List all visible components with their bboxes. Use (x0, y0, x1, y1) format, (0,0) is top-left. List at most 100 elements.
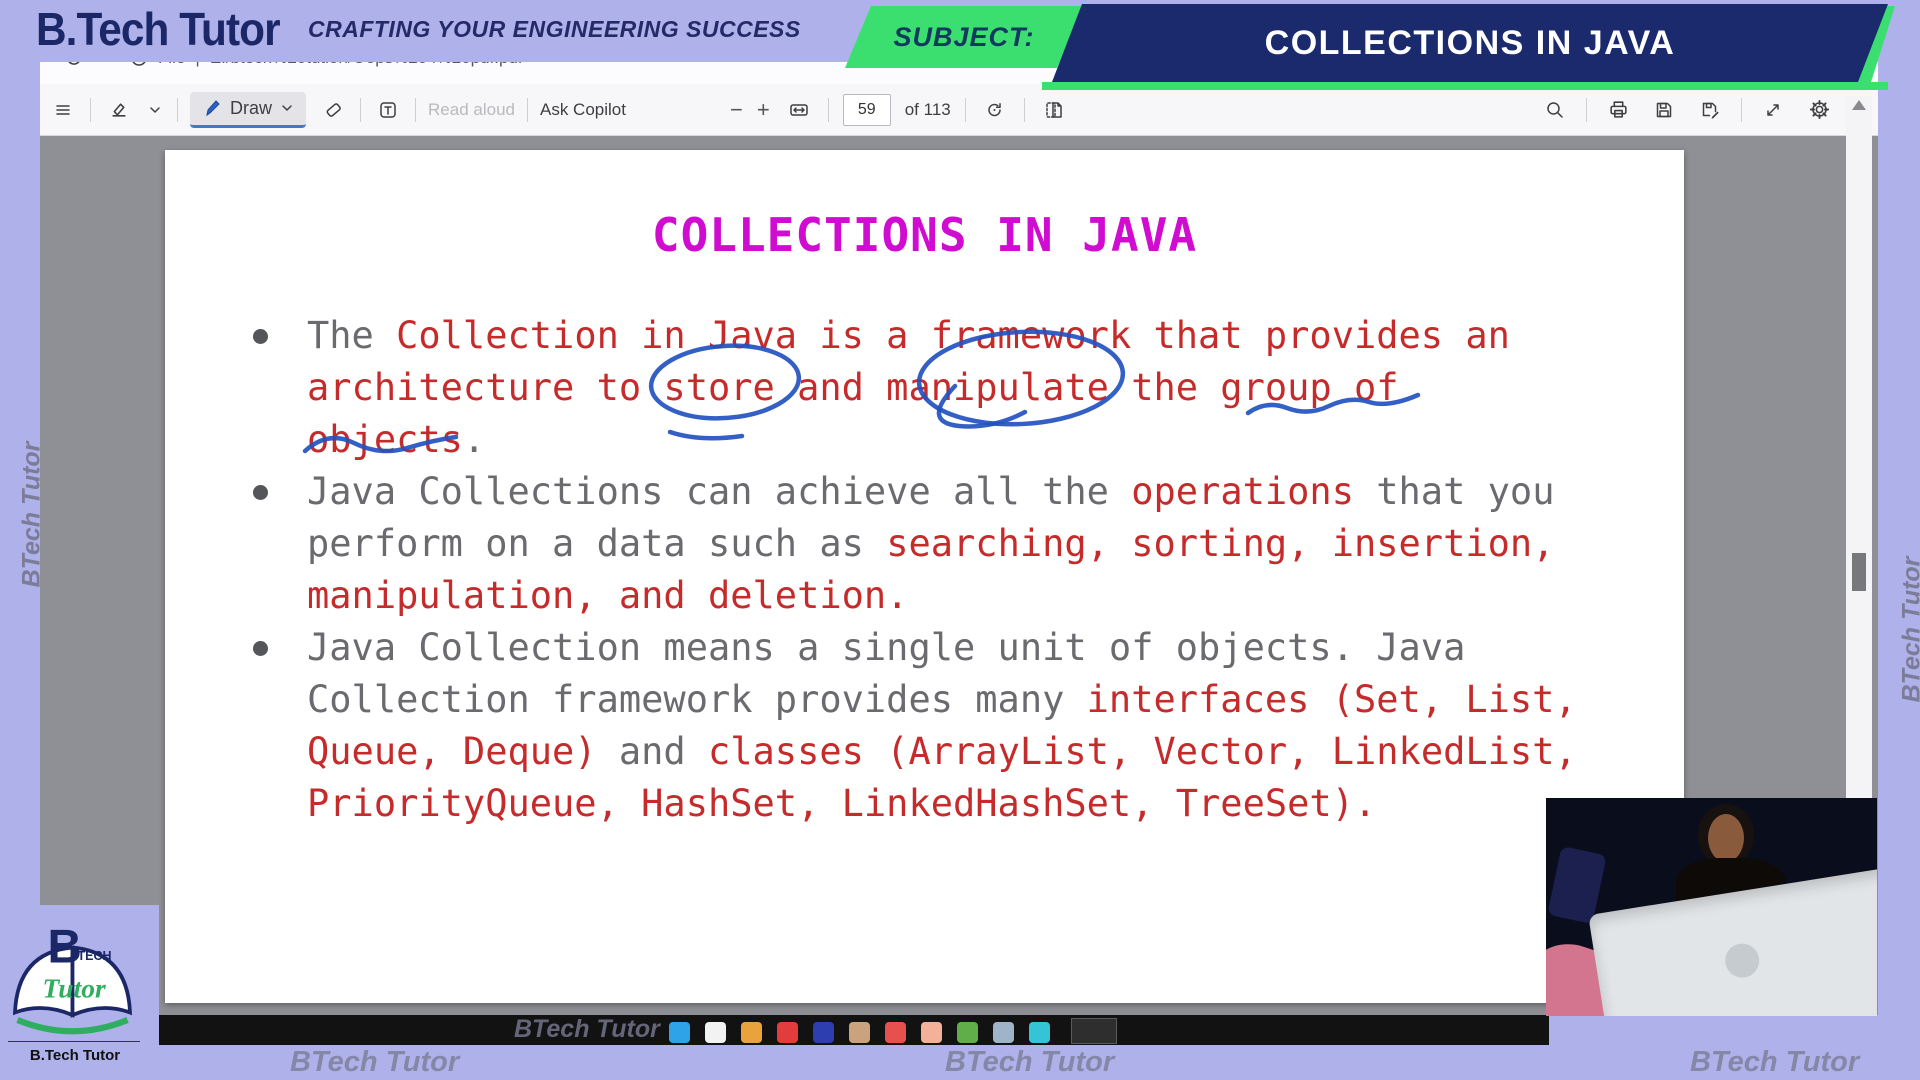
subject-value: COLLECTIONS IN JAVA (1265, 24, 1676, 63)
screen: COLLECTIONS IN JAVA The Collection in Ja… (0, 0, 1920, 1080)
rotate-icon[interactable] (980, 93, 1010, 127)
slide-text-segment: Queue, Deque) (307, 730, 597, 773)
slide-title: COLLECTIONS IN JAVA (165, 208, 1684, 262)
slide-bullet-list: The Collection in Java is a framework th… (307, 310, 1667, 830)
pdf-page: COLLECTIONS IN JAVA The Collection in Ja… (165, 150, 1684, 1003)
toolbar-divider (527, 98, 528, 122)
draw-chevron-icon[interactable] (281, 102, 293, 114)
pen-icon (203, 99, 221, 117)
slide-text-segment: architecture to store and manipulate the… (307, 366, 1399, 409)
taskbar-app-icon[interactable] (669, 1022, 690, 1043)
add-text-icon[interactable] (373, 93, 403, 127)
draw-button-label: Draw (230, 98, 272, 119)
fit-to-width-icon[interactable] (784, 93, 814, 127)
slide-text-segment: Java Collections can achieve all the (307, 470, 1131, 513)
subject-label: SUBJECT: (893, 22, 1034, 53)
zoom-in-button[interactable]: + (757, 97, 770, 123)
watermark-right: BTech Tutor (1898, 530, 1920, 730)
slide-text-segment: objects (307, 418, 463, 461)
brand-tagline: CRAFTING YOUR ENGINEERING SUCCESS (308, 16, 801, 43)
taskbar-app-icon[interactable] (957, 1022, 978, 1043)
taskbar-app-icon[interactable] (741, 1022, 762, 1043)
read-aloud-button[interactable]: Read aloud (428, 100, 515, 120)
save-icon[interactable] (1649, 93, 1679, 127)
webcam-background-glow (1547, 846, 1607, 924)
slide-text-line: Collection framework provides many inter… (307, 674, 1667, 726)
slide-text-line: architecture to store and manipulate the… (307, 362, 1667, 414)
slide-text-line: PriorityQueue, HashSet, LinkedHashSet, T… (307, 778, 1667, 830)
brand-title: B.Tech Tutor (36, 2, 280, 56)
save-as-icon[interactable] (1695, 93, 1725, 127)
taskbar-app-icon[interactable] (885, 1022, 906, 1043)
taskbar-watermark: BTech Tutor (514, 1015, 660, 1044)
page-number-input[interactable]: 59 (843, 94, 891, 126)
watermark: BTech Tutor (1690, 1046, 1859, 1079)
subject-ribbon-underline (1042, 82, 1888, 90)
menu-icon[interactable] (48, 93, 78, 127)
slide-text-segment: . (463, 418, 485, 461)
taskbar-app-icon[interactable] (813, 1022, 834, 1043)
settings-gear-icon[interactable] (1804, 93, 1834, 127)
toolbar-divider (415, 98, 416, 122)
taskbar-app-icon[interactable] (993, 1022, 1014, 1043)
search-icon[interactable] (1540, 93, 1570, 127)
highlighter-icon[interactable] (103, 93, 133, 127)
slide-text-segment: and (597, 730, 708, 773)
scrollbar-up-arrow-icon[interactable] (1852, 100, 1866, 110)
slide-text-segment: manipulation, and deletion. (307, 574, 908, 617)
slide-text-segment: Collection framework provides many (307, 678, 1087, 721)
windows-taskbar[interactable]: BTech Tutor (159, 1015, 1549, 1045)
slide-text-segment: classes (ArrayList, Vector, LinkedList, (708, 730, 1577, 773)
watermark: BTech Tutor (945, 1046, 1114, 1079)
taskbar-app-icon[interactable] (705, 1022, 726, 1043)
page-view-icon[interactable] (1039, 93, 1069, 127)
svg-text:Tutor: Tutor (43, 973, 106, 1004)
logo-divider (8, 1041, 140, 1042)
channel-logo-block: B TECH Tutor B.Tech Tutor (0, 905, 159, 1080)
webcam-overlay (1546, 798, 1877, 1016)
bullet-dot (253, 641, 268, 656)
toolbar-divider (965, 98, 966, 122)
slide-text-segment: Collection in Java is a framework that p… (396, 314, 1510, 357)
taskbar-active-window-button[interactable] (1071, 1018, 1117, 1044)
scrollbar-thumb[interactable] (1852, 553, 1866, 591)
slide-text-line: Java Collection means a single unit of o… (307, 622, 1667, 674)
slide-text-segment: interfaces (Set, List, (1087, 678, 1577, 721)
draw-button[interactable]: Draw (190, 92, 306, 128)
toolbar-divider (828, 98, 829, 122)
slide-text-segment: that you (1354, 470, 1554, 513)
toolbar-divider (1586, 98, 1587, 122)
slide-text-line: Java Collections can achieve all the ope… (307, 466, 1667, 518)
toolbar-divider (1024, 98, 1025, 122)
slide-text-segment: operations (1131, 470, 1354, 513)
slide-text-segment: searching, sorting, insertion, (886, 522, 1554, 565)
toolbar-divider (1741, 98, 1742, 122)
slide-text-segment: Java Collection means a single unit of o… (307, 626, 1465, 669)
channel-logo-icon: B TECH Tutor (0, 905, 150, 1035)
ask-copilot-button[interactable]: Ask Copilot (540, 100, 626, 120)
highlighter-chevron-icon[interactable] (145, 93, 165, 127)
print-icon[interactable] (1603, 93, 1633, 127)
zoom-out-button[interactable]: − (730, 97, 743, 123)
taskbar-app-icon[interactable] (921, 1022, 942, 1043)
svg-text:B: B (48, 921, 82, 974)
subject-value-ribbon: COLLECTIONS IN JAVA (1052, 4, 1888, 82)
fullscreen-icon[interactable] (1758, 93, 1788, 127)
pdf-toolbar: Draw Read aloud Ask Copilot − + 59 of 11 (40, 84, 1878, 136)
eraser-icon[interactable] (318, 93, 348, 127)
slide-text-line: The Collection in Java is a framework th… (307, 310, 1667, 362)
taskbar-app-icon[interactable] (1029, 1022, 1050, 1043)
slide-text-segment: perform on a data such as (307, 522, 886, 565)
logo-caption: B.Tech Tutor (0, 1047, 150, 1064)
toolbar-divider (90, 98, 91, 122)
toolbar-divider (177, 98, 178, 122)
bullet-dot (253, 485, 268, 500)
taskbar-app-icon[interactable] (777, 1022, 798, 1043)
toolbar-divider (360, 98, 361, 122)
slide-text-segment: PriorityQueue, HashSet, LinkedHashSet, T… (307, 782, 1376, 825)
bullet-dot (253, 329, 268, 344)
taskbar-app-icon[interactable] (849, 1022, 870, 1043)
subject-label-ribbon: SUBJECT: (845, 6, 1083, 68)
slide-text-line: objects. (307, 414, 1667, 466)
slide-text-segment: The (307, 314, 396, 357)
